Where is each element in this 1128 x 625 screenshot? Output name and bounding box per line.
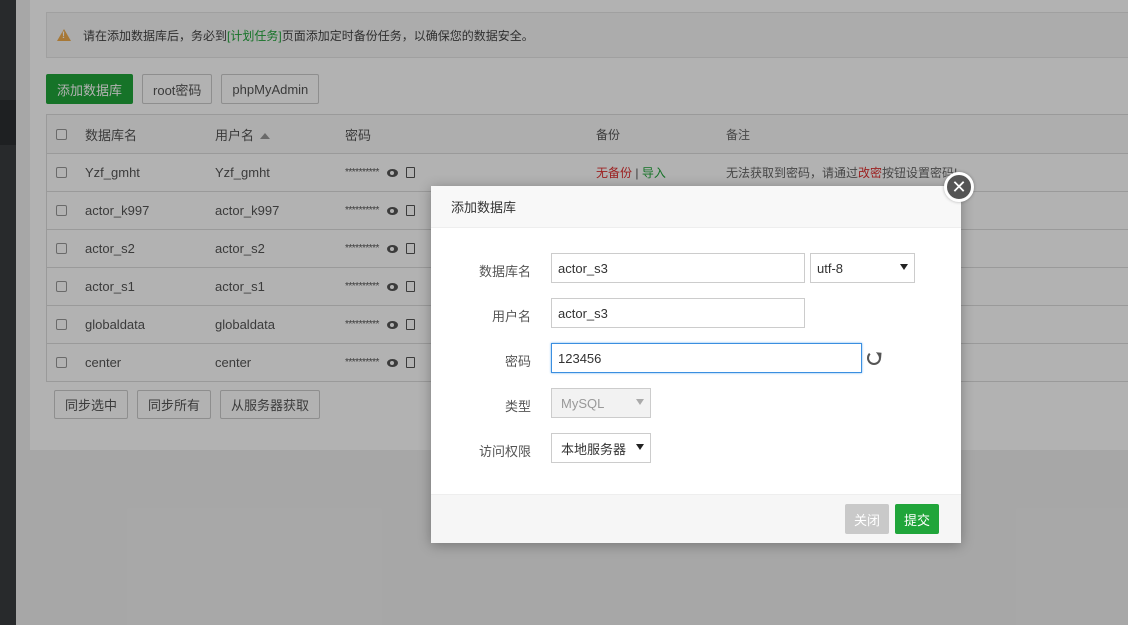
charset-select[interactable]: utf-8 <box>810 253 915 283</box>
type-label: 类型 <box>504 399 531 414</box>
chevron-down-icon <box>900 264 908 270</box>
access-label: 访问权限 <box>478 444 531 459</box>
type-value: MySQL <box>561 395 605 411</box>
dialog-footer: 关闭 提交 <box>431 494 961 543</box>
db-name-input[interactable]: actor_s3 <box>551 253 805 283</box>
password-input[interactable]: 123456 <box>551 343 862 373</box>
add-database-dialog: 添加数据库 ✕ 数据库名 actor_s3 utf-8 用户名 actor_s3… <box>431 172 974 543</box>
username-input[interactable]: actor_s3 <box>551 298 805 328</box>
chevron-down-icon <box>636 399 644 405</box>
dialog-title: 添加数据库 <box>431 186 961 228</box>
password-label: 密码 <box>504 354 531 369</box>
refresh-icon[interactable] <box>867 351 881 365</box>
db-name-label: 数据库名 <box>478 264 531 279</box>
access-value: 本地服务器 <box>561 441 627 457</box>
submit-button[interactable]: 提交 <box>895 504 940 534</box>
chevron-down-icon <box>636 444 644 450</box>
close-button[interactable]: 关闭 <box>845 504 890 534</box>
dialog-close-icon[interactable]: ✕ <box>944 172 974 202</box>
access-select[interactable]: 本地服务器 <box>551 433 651 463</box>
type-select: MySQL <box>551 388 651 418</box>
charset-value: utf-8 <box>817 260 844 276</box>
username-label: 用户名 <box>491 309 531 324</box>
